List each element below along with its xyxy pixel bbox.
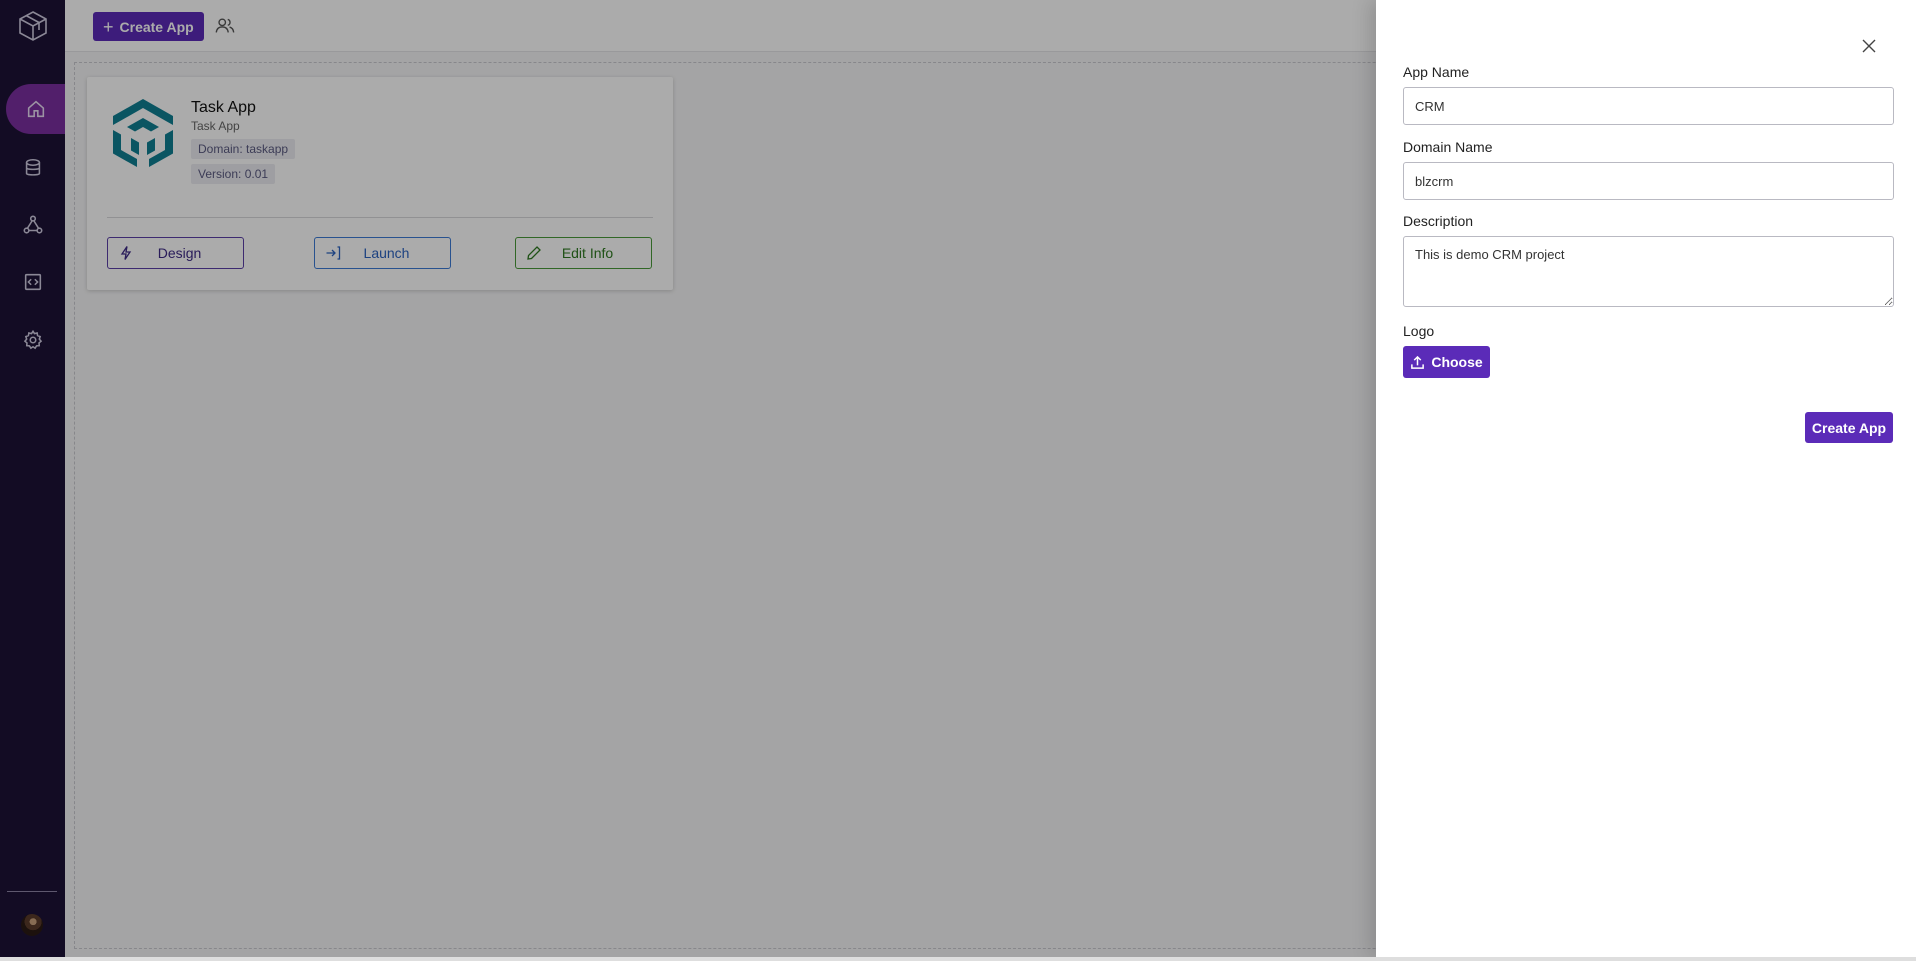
app-name-input[interactable] [1403,87,1894,125]
logo-label: Logo [1403,323,1435,339]
upload-icon [1411,355,1425,369]
choose-logo-button[interactable]: Choose [1403,346,1490,378]
window-bottom-edge [0,957,1916,961]
close-icon[interactable] [1859,36,1879,56]
domain-name-input[interactable] [1403,162,1894,200]
submit-create-app-button[interactable]: Create App [1805,412,1893,443]
description-input[interactable]: This is demo CRM project [1403,236,1894,307]
choose-label: Choose [1431,354,1483,370]
domain-name-label: Domain Name [1403,139,1493,155]
app-name-label: App Name [1403,64,1470,80]
description-label: Description [1403,213,1474,229]
